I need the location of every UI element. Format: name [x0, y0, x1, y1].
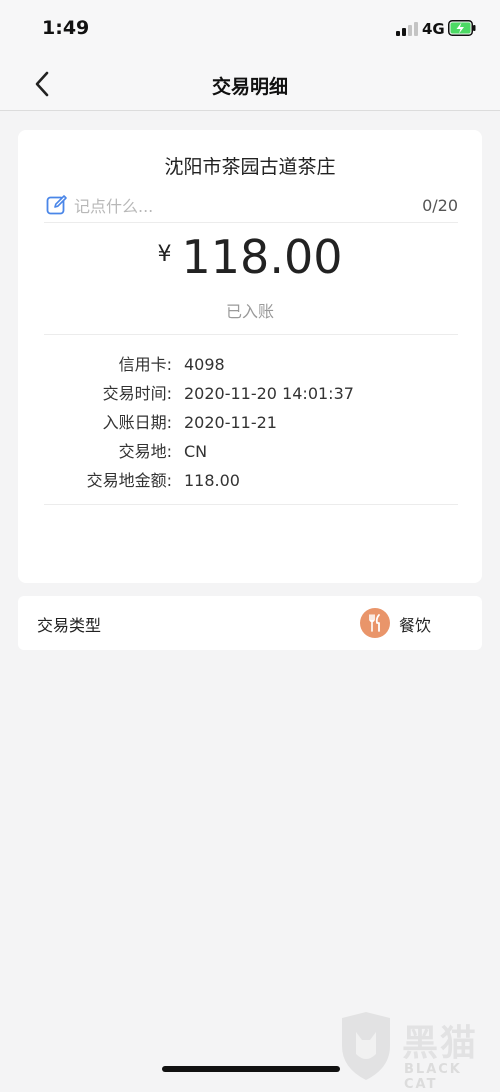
status-bar: 1:49 4G	[0, 0, 500, 58]
detail-posting-date: 入账日期: 2020-11-21	[18, 408, 482, 437]
detail-value: CN	[184, 442, 208, 461]
details-list: 信用卡: 4098 交易时间: 2020-11-20 14:01:37 入账日期…	[18, 350, 482, 495]
cat-shield-logo-icon	[342, 1012, 390, 1080]
detail-label: 入账日期:	[102, 413, 172, 432]
divider	[44, 334, 458, 335]
detail-transaction-time: 交易时间: 2020-11-20 14:01:37	[18, 379, 482, 408]
watermark-subtext: BLACK CAT	[404, 1062, 462, 1092]
detail-label: 交易时间:	[102, 384, 172, 403]
page-title: 交易明细	[211, 76, 288, 98]
detail-local-amount: 交易地金额: 118.00	[18, 466, 482, 495]
divider	[44, 504, 458, 505]
detail-location: 交易地: CN	[18, 437, 482, 466]
status-time: 1:49	[42, 17, 90, 39]
edit-icon	[46, 195, 67, 215]
network-type: 4G	[422, 20, 445, 38]
cellular-signal-icon	[396, 22, 418, 36]
detail-label: 信用卡:	[118, 355, 172, 374]
currency-symbol: ¥	[157, 242, 172, 267]
black-cat-watermark: 黑猫 BLACK CAT	[336, 1010, 496, 1092]
utensils-icon	[360, 608, 390, 638]
detail-value: 118.00	[184, 471, 240, 490]
posting-status: 已入账	[225, 302, 274, 321]
note-row: 0/20	[44, 192, 458, 223]
home-indicator	[162, 1066, 340, 1072]
nav-bar: 交易明细	[0, 58, 500, 111]
transaction-type-row[interactable]: 交易类型 餐饮	[18, 596, 482, 650]
merchant-name: 沈阳市茶园古道茶庄	[164, 156, 336, 178]
detail-value: 2020-11-20 14:01:37	[184, 384, 354, 403]
battery-charging-icon	[448, 20, 476, 36]
detail-label: 交易地金额:	[86, 471, 172, 490]
note-char-counter: 0/20	[422, 196, 458, 215]
note-input[interactable]	[74, 193, 374, 219]
transaction-card: 沈阳市茶园古道茶庄 0/20 ¥118.00 已入账 信用卡: 4098 交易时…	[18, 130, 482, 583]
amount-row: ¥118.00	[18, 230, 482, 284]
detail-value: 2020-11-21	[184, 413, 277, 432]
transaction-amount: 118.00	[181, 230, 343, 284]
detail-value: 4098	[184, 355, 225, 374]
watermark-text: 黑猫	[402, 1023, 479, 1064]
transaction-type-value: 餐饮	[399, 616, 432, 635]
transaction-type-label: 交易类型	[37, 616, 102, 635]
detail-card-number: 信用卡: 4098	[18, 350, 482, 379]
detail-label: 交易地:	[118, 442, 172, 461]
